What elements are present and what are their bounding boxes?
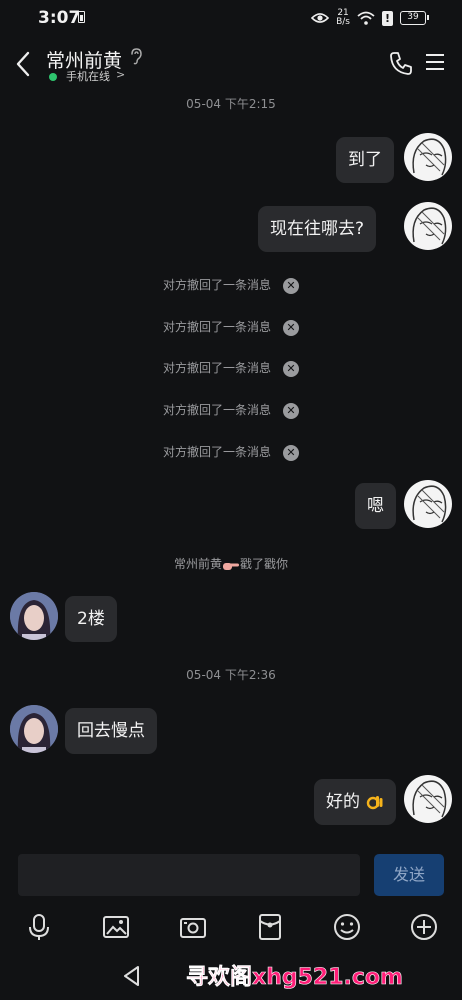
nav-back-icon[interactable]	[120, 964, 144, 988]
status-icons: 21 B/s ! 39	[311, 6, 429, 30]
online-status-dot	[49, 73, 57, 81]
contact-photo	[10, 705, 58, 753]
chat-header: 常州前黄 手机在线 >	[0, 36, 462, 94]
status-bar: 3:07 21 B/s ! 39	[0, 0, 462, 36]
eye-icon	[311, 13, 330, 23]
battery-saver-icon	[78, 11, 85, 23]
network-speed-unit: B/s	[336, 17, 350, 27]
message-bubble-sent[interactable]: 嗯	[355, 483, 396, 529]
menu-icon[interactable]	[424, 52, 446, 72]
network-speed: 21 B/s	[336, 9, 350, 27]
recall-notice-text: 对方撤回了一条消息	[162, 320, 271, 334]
plus-icon[interactable]	[409, 912, 439, 942]
avatar-self[interactable]	[404, 202, 452, 250]
contact-photo	[10, 592, 58, 640]
message-input[interactable]	[18, 854, 360, 896]
recall-notice: 对方撤回了一条消息 ✕	[0, 276, 462, 294]
avatar-contact[interactable]	[10, 705, 58, 753]
avatar-contact[interactable]	[10, 592, 58, 640]
back-arrow-icon[interactable]	[12, 50, 34, 78]
avatar-self[interactable]	[404, 133, 452, 181]
wifi-icon	[357, 11, 375, 25]
close-circle-icon[interactable]: ✕	[283, 444, 299, 461]
message-bubble-sent[interactable]: 好的	[314, 779, 396, 825]
send-button[interactable]: 发送	[374, 854, 444, 896]
timestamp: 05-04 下午2:15	[186, 97, 276, 111]
recall-notice: 对方撤回了一条消息 ✕	[0, 359, 462, 377]
avatar-self[interactable]	[404, 480, 452, 528]
battery-icon: 39	[400, 11, 429, 25]
system-navigation-bar: 寻欢阁xhg521.com	[0, 952, 462, 1000]
chevron-right-icon[interactable]: >	[116, 68, 125, 81]
message-bubble-received[interactable]: 回去慢点	[65, 708, 157, 754]
close-circle-icon[interactable]: ✕	[283, 319, 299, 336]
photo-icon[interactable]	[101, 912, 131, 942]
recall-notice-text: 对方撤回了一条消息	[162, 445, 271, 459]
poke-action: 戳了戳你	[240, 557, 289, 571]
sketch-face-icon	[412, 485, 447, 523]
status-time: 3:07	[38, 8, 81, 28]
close-circle-icon[interactable]: ✕	[283, 402, 299, 419]
recall-notice: 对方撤回了一条消息 ✕	[0, 401, 462, 419]
sketch-face-icon	[412, 780, 447, 818]
poke-sender: 常州前黄	[173, 557, 222, 571]
message-composer: 发送	[0, 846, 462, 904]
sketch-face-icon	[412, 207, 447, 245]
close-circle-icon[interactable]: ✕	[283, 277, 299, 294]
message-text: 好的	[326, 792, 360, 812]
ok-hand-emoji-icon	[366, 796, 383, 810]
poke-notice: 常州前黄 戳了戳你	[0, 555, 462, 572]
online-status-text[interactable]: 手机在线	[66, 68, 110, 84]
emoji-icon[interactable]	[332, 912, 362, 942]
input-toolbar	[0, 904, 462, 952]
message-bubble-received[interactable]: 2楼	[65, 596, 117, 642]
message-bubble-sent[interactable]: 现在往哪去?	[258, 206, 377, 252]
red-packet-icon[interactable]	[255, 912, 285, 942]
recall-notice-text: 对方撤回了一条消息	[162, 361, 271, 375]
recall-notice-text: 对方撤回了一条消息	[162, 403, 271, 417]
camera-icon[interactable]	[178, 912, 208, 942]
microphone-icon[interactable]	[24, 912, 54, 942]
watermark-text: 寻欢阁xhg521.com	[186, 965, 404, 991]
alert-icon: !	[382, 10, 393, 26]
pointing-finger-icon	[223, 560, 239, 570]
timestamp: 05-04 下午2:36	[186, 668, 276, 682]
recall-notice: 对方撤回了一条消息 ✕	[0, 443, 462, 461]
recall-notice-text: 对方撤回了一条消息	[162, 278, 271, 292]
sketch-face-icon	[412, 138, 447, 176]
ear-icon[interactable]	[128, 47, 144, 65]
avatar-self[interactable]	[404, 775, 452, 823]
chat-message-list[interactable]: 05-04 下午2:15 到了 现在往哪去? 对方撤回了一条消息 ✕ 对方撤回了一…	[0, 94, 462, 846]
close-circle-icon[interactable]: ✕	[283, 360, 299, 377]
recall-notice: 对方撤回了一条消息 ✕	[0, 318, 462, 336]
message-bubble-sent[interactable]: 到了	[336, 137, 394, 183]
phone-icon[interactable]	[388, 50, 414, 76]
